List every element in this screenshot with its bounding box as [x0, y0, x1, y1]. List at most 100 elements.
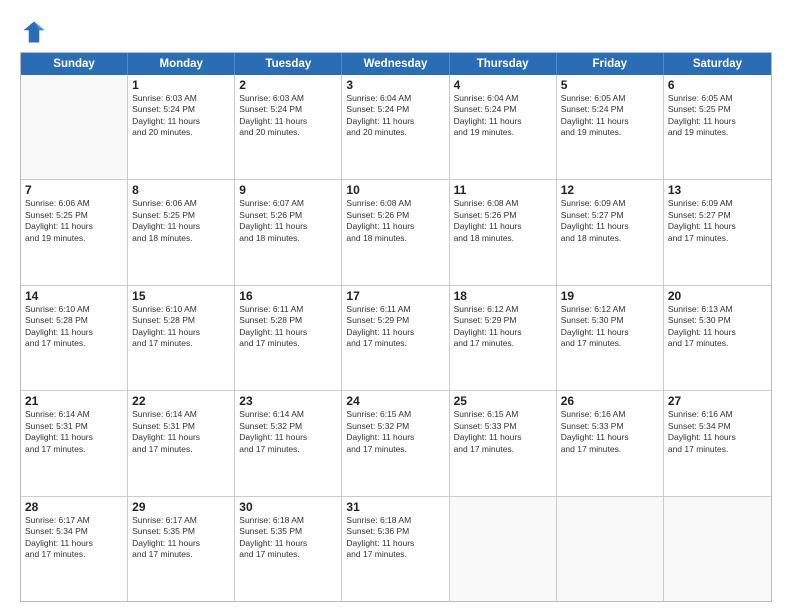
cell-info: Sunrise: 6:18 AMSunset: 5:35 PMDaylight:… — [239, 515, 337, 561]
day-number: 31 — [346, 500, 444, 514]
day-number: 21 — [25, 394, 123, 408]
cell-info: Sunrise: 6:04 AMSunset: 5:24 PMDaylight:… — [454, 93, 552, 139]
cell-info: Sunrise: 6:14 AMSunset: 5:31 PMDaylight:… — [132, 409, 230, 455]
calendar-cell-2-2: 8Sunrise: 6:06 AMSunset: 5:25 PMDaylight… — [128, 180, 235, 284]
calendar-cell-5-7 — [664, 497, 771, 601]
calendar-cell-5-3: 30Sunrise: 6:18 AMSunset: 5:35 PMDayligh… — [235, 497, 342, 601]
day-number: 15 — [132, 289, 230, 303]
cell-info: Sunrise: 6:16 AMSunset: 5:34 PMDaylight:… — [668, 409, 767, 455]
day-number: 9 — [239, 183, 337, 197]
header — [20, 18, 772, 46]
calendar-cell-4-5: 25Sunrise: 6:15 AMSunset: 5:33 PMDayligh… — [450, 391, 557, 495]
calendar-cell-4-7: 27Sunrise: 6:16 AMSunset: 5:34 PMDayligh… — [664, 391, 771, 495]
calendar-cell-5-4: 31Sunrise: 6:18 AMSunset: 5:36 PMDayligh… — [342, 497, 449, 601]
calendar-cell-4-2: 22Sunrise: 6:14 AMSunset: 5:31 PMDayligh… — [128, 391, 235, 495]
cell-info: Sunrise: 6:15 AMSunset: 5:33 PMDaylight:… — [454, 409, 552, 455]
day-number: 28 — [25, 500, 123, 514]
cell-info: Sunrise: 6:15 AMSunset: 5:32 PMDaylight:… — [346, 409, 444, 455]
cell-info: Sunrise: 6:07 AMSunset: 5:26 PMDaylight:… — [239, 198, 337, 244]
calendar-cell-2-3: 9Sunrise: 6:07 AMSunset: 5:26 PMDaylight… — [235, 180, 342, 284]
cell-info: Sunrise: 6:04 AMSunset: 5:24 PMDaylight:… — [346, 93, 444, 139]
cell-info: Sunrise: 6:10 AMSunset: 5:28 PMDaylight:… — [25, 304, 123, 350]
cell-info: Sunrise: 6:17 AMSunset: 5:34 PMDaylight:… — [25, 515, 123, 561]
day-number: 12 — [561, 183, 659, 197]
day-number: 11 — [454, 183, 552, 197]
calendar-header: SundayMondayTuesdayWednesdayThursdayFrid… — [21, 53, 771, 75]
calendar-cell-2-6: 12Sunrise: 6:09 AMSunset: 5:27 PMDayligh… — [557, 180, 664, 284]
cell-info: Sunrise: 6:05 AMSunset: 5:25 PMDaylight:… — [668, 93, 767, 139]
cell-info: Sunrise: 6:09 AMSunset: 5:27 PMDaylight:… — [561, 198, 659, 244]
calendar-cell-2-4: 10Sunrise: 6:08 AMSunset: 5:26 PMDayligh… — [342, 180, 449, 284]
day-number: 2 — [239, 78, 337, 92]
calendar-cell-2-1: 7Sunrise: 6:06 AMSunset: 5:25 PMDaylight… — [21, 180, 128, 284]
day-number: 16 — [239, 289, 337, 303]
day-number: 3 — [346, 78, 444, 92]
calendar-cell-2-7: 13Sunrise: 6:09 AMSunset: 5:27 PMDayligh… — [664, 180, 771, 284]
calendar-cell-3-4: 17Sunrise: 6:11 AMSunset: 5:29 PMDayligh… — [342, 286, 449, 390]
day-number: 18 — [454, 289, 552, 303]
calendar-cell-4-4: 24Sunrise: 6:15 AMSunset: 5:32 PMDayligh… — [342, 391, 449, 495]
calendar-cell-5-5 — [450, 497, 557, 601]
calendar-cell-1-7: 6Sunrise: 6:05 AMSunset: 5:25 PMDaylight… — [664, 75, 771, 179]
day-number: 8 — [132, 183, 230, 197]
cell-info: Sunrise: 6:06 AMSunset: 5:25 PMDaylight:… — [25, 198, 123, 244]
calendar-cell-3-7: 20Sunrise: 6:13 AMSunset: 5:30 PMDayligh… — [664, 286, 771, 390]
calendar-cell-3-2: 15Sunrise: 6:10 AMSunset: 5:28 PMDayligh… — [128, 286, 235, 390]
day-number: 17 — [346, 289, 444, 303]
day-number: 5 — [561, 78, 659, 92]
calendar-cell-1-4: 3Sunrise: 6:04 AMSunset: 5:24 PMDaylight… — [342, 75, 449, 179]
calendar-cell-5-2: 29Sunrise: 6:17 AMSunset: 5:35 PMDayligh… — [128, 497, 235, 601]
calendar-cell-1-5: 4Sunrise: 6:04 AMSunset: 5:24 PMDaylight… — [450, 75, 557, 179]
header-day-saturday: Saturday — [664, 53, 771, 75]
cell-info: Sunrise: 6:12 AMSunset: 5:30 PMDaylight:… — [561, 304, 659, 350]
header-day-friday: Friday — [557, 53, 664, 75]
day-number: 23 — [239, 394, 337, 408]
day-number: 29 — [132, 500, 230, 514]
calendar-row-3: 14Sunrise: 6:10 AMSunset: 5:28 PMDayligh… — [21, 285, 771, 390]
cell-info: Sunrise: 6:03 AMSunset: 5:24 PMDaylight:… — [132, 93, 230, 139]
calendar-cell-4-6: 26Sunrise: 6:16 AMSunset: 5:33 PMDayligh… — [557, 391, 664, 495]
day-number: 7 — [25, 183, 123, 197]
calendar-row-5: 28Sunrise: 6:17 AMSunset: 5:34 PMDayligh… — [21, 496, 771, 601]
calendar-cell-1-1 — [21, 75, 128, 179]
day-number: 25 — [454, 394, 552, 408]
header-day-sunday: Sunday — [21, 53, 128, 75]
day-number: 24 — [346, 394, 444, 408]
day-number: 19 — [561, 289, 659, 303]
cell-info: Sunrise: 6:08 AMSunset: 5:26 PMDaylight:… — [346, 198, 444, 244]
cell-info: Sunrise: 6:16 AMSunset: 5:33 PMDaylight:… — [561, 409, 659, 455]
calendar-cell-3-6: 19Sunrise: 6:12 AMSunset: 5:30 PMDayligh… — [557, 286, 664, 390]
day-number: 1 — [132, 78, 230, 92]
cell-info: Sunrise: 6:13 AMSunset: 5:30 PMDaylight:… — [668, 304, 767, 350]
cell-info: Sunrise: 6:03 AMSunset: 5:24 PMDaylight:… — [239, 93, 337, 139]
day-number: 20 — [668, 289, 767, 303]
header-day-monday: Monday — [128, 53, 235, 75]
day-number: 6 — [668, 78, 767, 92]
calendar-cell-1-2: 1Sunrise: 6:03 AMSunset: 5:24 PMDaylight… — [128, 75, 235, 179]
calendar-cell-5-6 — [557, 497, 664, 601]
calendar-row-4: 21Sunrise: 6:14 AMSunset: 5:31 PMDayligh… — [21, 390, 771, 495]
header-day-thursday: Thursday — [450, 53, 557, 75]
calendar-cell-1-3: 2Sunrise: 6:03 AMSunset: 5:24 PMDaylight… — [235, 75, 342, 179]
cell-info: Sunrise: 6:06 AMSunset: 5:25 PMDaylight:… — [132, 198, 230, 244]
day-number: 13 — [668, 183, 767, 197]
day-number: 4 — [454, 78, 552, 92]
day-number: 22 — [132, 394, 230, 408]
cell-info: Sunrise: 6:18 AMSunset: 5:36 PMDaylight:… — [346, 515, 444, 561]
cell-info: Sunrise: 6:12 AMSunset: 5:29 PMDaylight:… — [454, 304, 552, 350]
page: SundayMondayTuesdayWednesdayThursdayFrid… — [0, 0, 792, 612]
header-day-wednesday: Wednesday — [342, 53, 449, 75]
cell-info: Sunrise: 6:11 AMSunset: 5:28 PMDaylight:… — [239, 304, 337, 350]
calendar-cell-4-3: 23Sunrise: 6:14 AMSunset: 5:32 PMDayligh… — [235, 391, 342, 495]
cell-info: Sunrise: 6:10 AMSunset: 5:28 PMDaylight:… — [132, 304, 230, 350]
day-number: 27 — [668, 394, 767, 408]
cell-info: Sunrise: 6:14 AMSunset: 5:31 PMDaylight:… — [25, 409, 123, 455]
cell-info: Sunrise: 6:14 AMSunset: 5:32 PMDaylight:… — [239, 409, 337, 455]
cell-info: Sunrise: 6:05 AMSunset: 5:24 PMDaylight:… — [561, 93, 659, 139]
logo-icon — [20, 18, 48, 46]
calendar-cell-3-1: 14Sunrise: 6:10 AMSunset: 5:28 PMDayligh… — [21, 286, 128, 390]
calendar-cell-4-1: 21Sunrise: 6:14 AMSunset: 5:31 PMDayligh… — [21, 391, 128, 495]
calendar-row-2: 7Sunrise: 6:06 AMSunset: 5:25 PMDaylight… — [21, 179, 771, 284]
logo — [20, 18, 52, 46]
calendar-row-1: 1Sunrise: 6:03 AMSunset: 5:24 PMDaylight… — [21, 75, 771, 179]
